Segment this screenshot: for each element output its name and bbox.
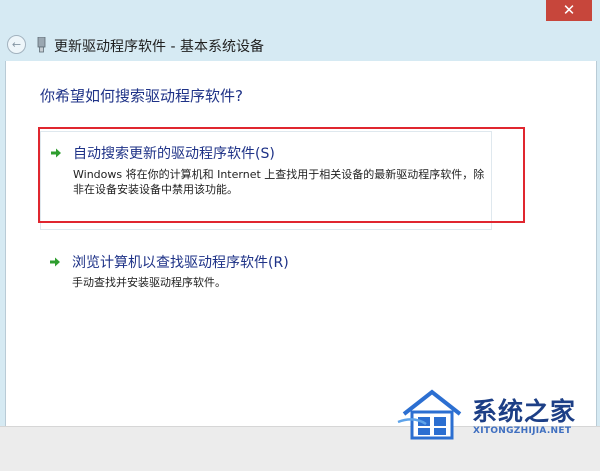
browse-computer-title: 浏览计算机以查找驱动程序软件(R) [72, 255, 289, 271]
window-title: 更新驱动程序软件 - 基本系统设备 [54, 39, 264, 55]
close-icon: ✕ [562, 1, 576, 19]
watermark-brand: 系统之家 [472, 397, 577, 426]
highlight-annotation [38, 127, 525, 223]
back-button[interactable]: ← [7, 35, 26, 54]
watermark: 系统之家 XITONGZHIJIA.NET [396, 386, 600, 458]
browse-computer-option[interactable]: 浏览计算机以查找驱动程序软件(R) 手动查找并安装驱动程序软件。 [40, 249, 492, 291]
browse-computer-description: 手动查找并安装驱动程序软件。 [72, 276, 226, 289]
navigation-bar: ← 更新驱动程序软件 - 基本系统设备 [0, 30, 600, 59]
wizard-content: 你希望如何搜索驱动程序软件? 自动搜索更新的驱动程序软件(S) Windows … [5, 61, 597, 426]
device-icon [37, 37, 46, 53]
watermark-url: XITONGZHIJIA.NET [473, 426, 572, 436]
close-button[interactable]: ✕ [546, 0, 592, 21]
back-arrow-icon: ← [11, 38, 22, 51]
page-question: 你希望如何搜索驱动程序软件? [40, 87, 243, 105]
house-logo-icon [397, 389, 462, 440]
title-bar: ✕ [0, 0, 600, 30]
green-arrow-icon [50, 257, 60, 267]
